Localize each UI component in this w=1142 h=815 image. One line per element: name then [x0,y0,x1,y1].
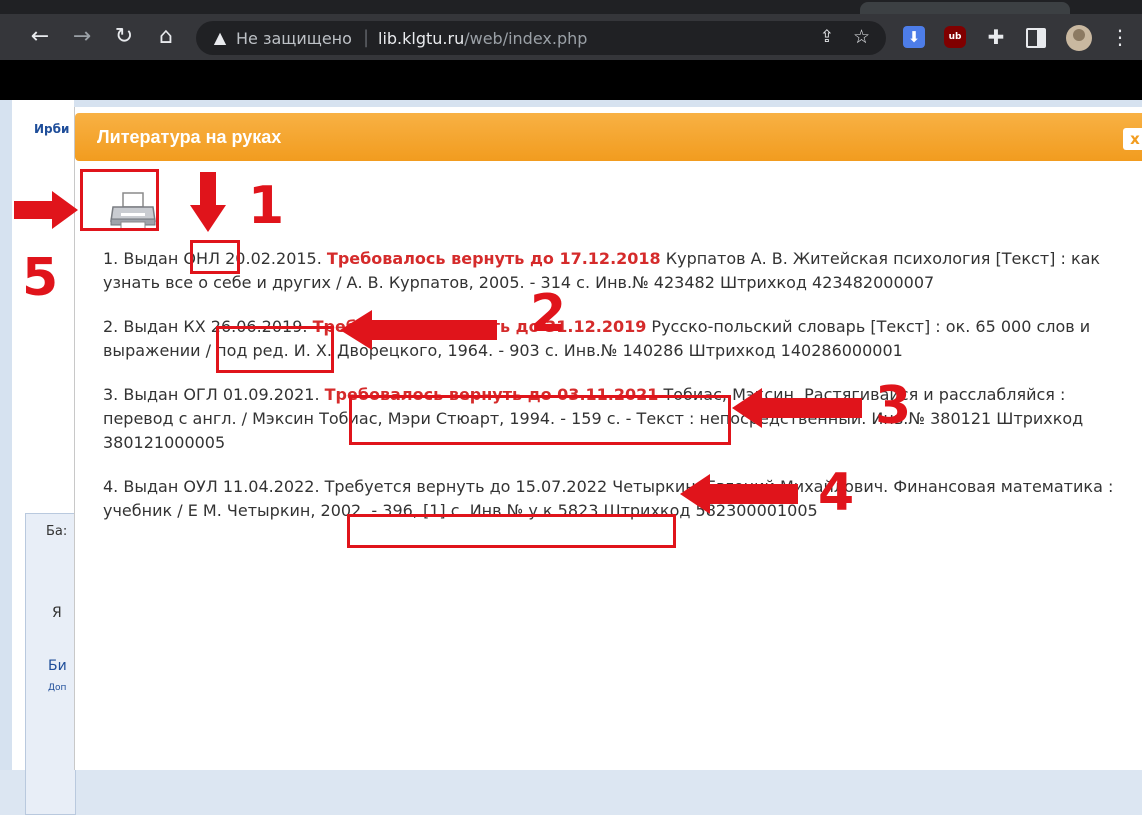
dialog-title: Литература на руках [97,127,282,147]
puzzle-icon[interactable]: ✚ [985,26,1007,48]
loan-issued: 1. Выдан [103,249,184,268]
annotation-number: 4 [818,463,855,523]
share-icon[interactable]: ⇪ [820,27,834,47]
url-host: lib.klgtu.ru [378,29,465,48]
sidebar-icon[interactable] [1026,28,1046,48]
url-path: /web/index.php [464,29,588,48]
loan-due-overdue: Требовалось вернуть до 31.12.2019 [312,317,647,336]
avatar[interactable] [1066,25,1092,51]
loan-issued: 4. Выдан ОУЛ 11.04.2022. [103,477,325,496]
annotation-box-due-current [347,514,676,548]
panel-letter: Я [52,605,62,621]
security-label[interactable]: Не защищено [236,29,352,48]
dialog-header[interactable]: Литература на руках x [75,113,1142,161]
annotation-box-due-overdue [349,395,731,445]
annotation-number: 3 [875,376,912,436]
panel-tab[interactable]: Ба: [46,524,67,539]
loan-item: 1. Выдан ОНЛ 20.02.2015. Требовалось вер… [103,247,1133,295]
download-extension-icon[interactable]: ⬇ [903,26,925,48]
separator: | [363,27,370,48]
close-button[interactable]: x [1123,128,1142,150]
loan-issued: 2. Выдан КХ [103,317,211,336]
loan-due-current: Требуется вернуть до 15.07.2022 [324,477,608,496]
panel-link[interactable]: Би [48,658,67,674]
address-bar[interactable]: ▲ Не защищено | lib.klgtu.ru/web/index.p… [196,21,886,55]
annotation-number: 2 [530,284,567,344]
url-text[interactable]: lib.klgtu.ru/web/index.php [378,29,587,48]
brand-fragment[interactable]: Ирби [34,122,69,136]
reload-icon[interactable]: ↻ [110,23,138,51]
loan-due-overdue: Требовалось вернуть до 17.12.2018 [326,249,661,268]
ublock-icon[interactable]: ub [944,26,966,48]
annotation-box-print [80,169,159,231]
browser-chrome: ← → ↻ ⌂ ▲ Не защищено | lib.klgtu.ru/web… [0,0,1142,100]
home-icon[interactable]: ⌂ [152,23,180,51]
annotation-number: 1 [248,176,285,236]
panel-small-link[interactable]: Доп [48,683,66,693]
browser-toolbar: ← → ↻ ⌂ ▲ Не защищено | lib.klgtu.ru/web… [0,14,1142,60]
tab-strip [0,0,1142,14]
annotation-box-department [190,240,240,274]
menu-icon[interactable]: ⋮ [1110,24,1130,50]
forward-icon[interactable]: → [68,23,96,51]
bookmark-star-icon[interactable]: ☆ [853,26,870,48]
browser-tab[interactable] [860,2,1070,14]
back-icon[interactable]: ← [26,23,54,51]
annotation-number: 5 [22,248,59,308]
warning-icon[interactable]: ▲ [210,28,230,48]
annotation-box-issue-date [216,326,334,373]
bookmarks-bar [0,60,1142,100]
loan-issued: 3. Выдан ОГЛ 01.09.2021. [103,385,325,404]
